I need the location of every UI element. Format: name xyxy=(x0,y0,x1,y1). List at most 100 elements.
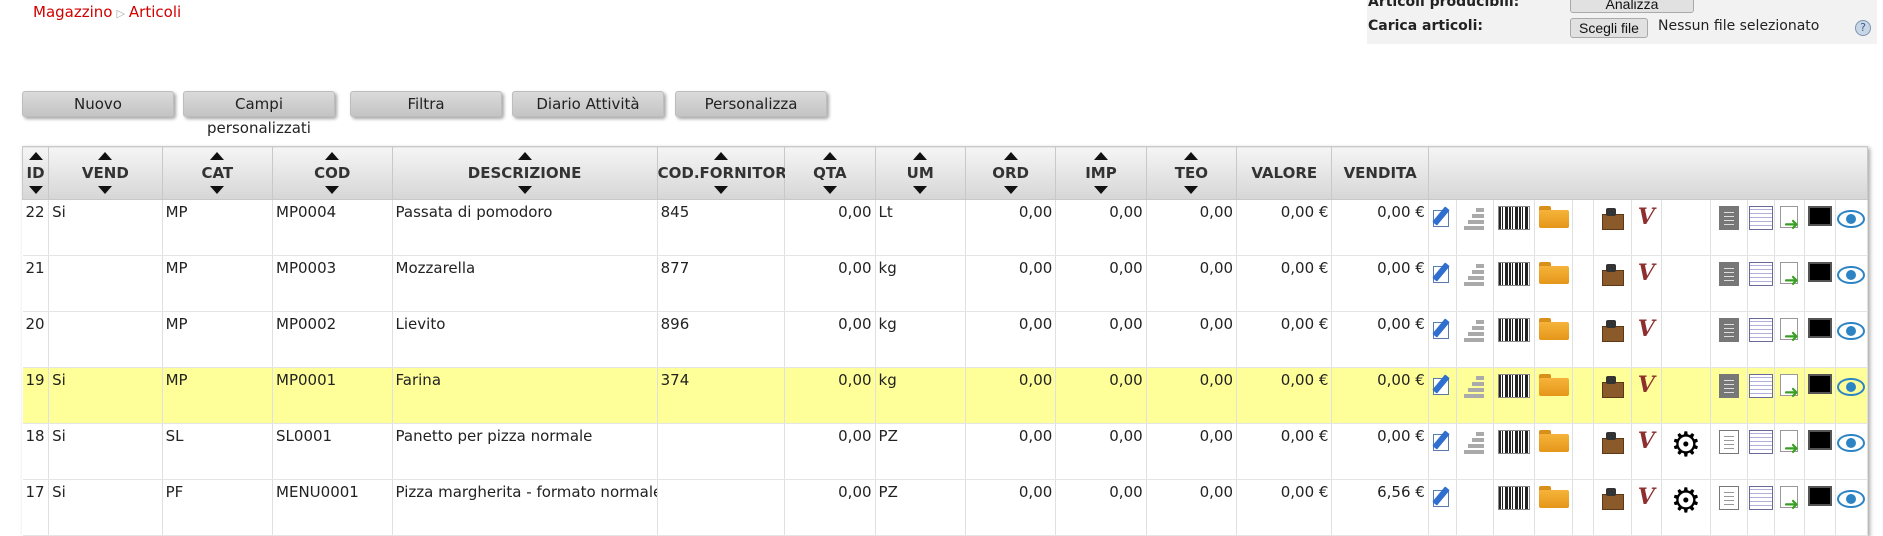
export-icon[interactable] xyxy=(1778,206,1802,235)
sort-up-icon[interactable] xyxy=(1093,152,1108,160)
sort-up-icon[interactable] xyxy=(822,152,837,160)
stock-bars-icon[interactable] xyxy=(1464,318,1486,342)
edit-icon[interactable] xyxy=(1431,486,1453,508)
sort-up-icon[interactable] xyxy=(1003,152,1018,160)
document-icon[interactable] xyxy=(1719,430,1740,454)
sort-up-icon[interactable] xyxy=(713,152,728,160)
table-icon[interactable] xyxy=(1749,430,1774,454)
analyze-button[interactable]: Analizza xyxy=(1570,0,1694,13)
col-header-descrizione[interactable]: DESCRIZIONE xyxy=(391,146,658,200)
sort-down-icon[interactable] xyxy=(210,186,225,194)
sort-up-icon[interactable] xyxy=(517,152,532,160)
sort-down-icon[interactable] xyxy=(28,186,43,194)
document-icon[interactable] xyxy=(1719,486,1740,510)
sort-down-icon[interactable] xyxy=(822,186,837,194)
variant-v-icon[interactable]: V xyxy=(1638,262,1655,284)
barcode-icon[interactable] xyxy=(1498,374,1531,398)
terminal-icon[interactable] xyxy=(1807,486,1832,506)
eye-icon[interactable] xyxy=(1837,378,1866,396)
barcode-icon[interactable] xyxy=(1498,262,1531,286)
export-icon[interactable] xyxy=(1778,318,1802,347)
document-icon[interactable] xyxy=(1719,206,1740,230)
eye-icon[interactable] xyxy=(1837,434,1866,452)
variant-v-icon[interactable]: V xyxy=(1638,374,1655,396)
variant-v-icon[interactable]: V xyxy=(1638,206,1655,228)
document-icon[interactable] xyxy=(1719,374,1740,398)
edit-icon[interactable] xyxy=(1431,430,1453,452)
col-header-vend[interactable]: VEND xyxy=(48,146,163,200)
folder-icon[interactable] xyxy=(1538,262,1569,284)
breadcrumb-magazzino[interactable]: Magazzino xyxy=(33,3,112,21)
eye-icon[interactable] xyxy=(1837,210,1866,228)
choose-file-button[interactable]: Scegli file xyxy=(1570,18,1648,38)
barcode-icon[interactable] xyxy=(1498,486,1531,510)
table-row[interactable]: 17 Si PF MENU0001 Pizza margherita - formato… xyxy=(22,479,1869,536)
stock-bars-icon[interactable] xyxy=(1464,374,1486,398)
document-icon[interactable] xyxy=(1719,262,1740,286)
export-icon[interactable] xyxy=(1778,262,1802,291)
sort-up-icon[interactable] xyxy=(913,152,928,160)
export-icon[interactable] xyxy=(1778,430,1802,459)
sort-down-icon[interactable] xyxy=(913,186,928,194)
custom-fields-button[interactable]: Campi personalizzati xyxy=(183,91,335,137)
terminal-icon[interactable] xyxy=(1807,430,1832,450)
document-icon[interactable] xyxy=(1719,318,1740,342)
terminal-icon[interactable] xyxy=(1807,318,1832,338)
col-header-cat[interactable]: CAT xyxy=(161,146,274,200)
table-row[interactable]: 22 Si MP MP0004 Passata di pomodoro 845 0,00 Lt… xyxy=(22,199,1869,256)
sort-up-icon[interactable] xyxy=(98,152,113,160)
table-row[interactable]: 18 Si SL SL0001 Panetto per pizza normale 0,0… xyxy=(22,423,1869,480)
barcode-icon[interactable] xyxy=(1498,206,1531,230)
sort-down-icon[interactable] xyxy=(1184,186,1199,194)
terminal-icon[interactable] xyxy=(1807,262,1832,282)
sort-down-icon[interactable] xyxy=(517,186,532,194)
stock-bars-icon[interactable] xyxy=(1464,262,1486,286)
help-icon[interactable]: ? xyxy=(1855,20,1871,36)
stock-bars-icon[interactable] xyxy=(1464,206,1486,230)
eye-icon[interactable] xyxy=(1837,322,1866,340)
table-icon[interactable] xyxy=(1749,262,1774,286)
customize-button[interactable]: Personalizza xyxy=(675,91,827,117)
table-icon[interactable] xyxy=(1749,486,1774,510)
eye-icon[interactable] xyxy=(1837,266,1866,284)
warehouse-box-icon[interactable] xyxy=(1600,486,1625,510)
variant-v-icon[interactable]: V xyxy=(1638,486,1655,508)
barcode-icon[interactable] xyxy=(1498,318,1531,342)
col-header-teo[interactable]: TEO xyxy=(1145,146,1238,200)
activity-log-button[interactable]: Diario Attività xyxy=(512,91,664,117)
sort-up-icon[interactable] xyxy=(210,152,225,160)
folder-icon[interactable] xyxy=(1538,318,1569,340)
sort-down-icon[interactable] xyxy=(325,186,340,194)
table-row[interactable]: 19 Si MP MP0001 Farina 374 0,00 kg 0,00 0,00 0,00 0… xyxy=(22,367,1869,424)
gears-icon[interactable]: ⚙ xyxy=(1671,428,1701,462)
sort-down-icon[interactable] xyxy=(713,186,728,194)
terminal-icon[interactable] xyxy=(1807,206,1832,226)
warehouse-box-icon[interactable] xyxy=(1600,374,1625,398)
breadcrumb-articoli[interactable]: Articoli xyxy=(129,3,181,21)
variant-v-icon[interactable]: V xyxy=(1638,318,1655,340)
filter-button[interactable]: Filtra xyxy=(350,91,502,117)
sort-up-icon[interactable] xyxy=(28,152,43,160)
folder-icon[interactable] xyxy=(1538,374,1569,396)
warehouse-box-icon[interactable] xyxy=(1600,318,1625,342)
warehouse-box-icon[interactable] xyxy=(1600,262,1625,286)
sort-down-icon[interactable] xyxy=(1003,186,1018,194)
gears-icon[interactable]: ⚙ xyxy=(1671,484,1701,518)
edit-icon[interactable] xyxy=(1431,318,1453,340)
folder-icon[interactable] xyxy=(1538,206,1569,228)
warehouse-box-icon[interactable] xyxy=(1600,430,1625,454)
edit-icon[interactable] xyxy=(1431,262,1453,284)
terminal-icon[interactable] xyxy=(1807,374,1832,394)
col-header-ord[interactable]: ORD xyxy=(964,146,1057,200)
barcode-icon[interactable] xyxy=(1498,430,1531,454)
warehouse-box-icon[interactable] xyxy=(1600,206,1625,230)
sort-up-icon[interactable] xyxy=(325,152,340,160)
col-header-um[interactable]: UM xyxy=(874,146,966,200)
variant-v-icon[interactable]: V xyxy=(1638,430,1655,452)
new-button[interactable]: Nuovo xyxy=(22,91,174,117)
table-row[interactable]: 21 MP MP0003 Mozzarella 877 0,00 kg 0,00 0,00 0,0… xyxy=(22,255,1869,312)
sort-up-icon[interactable] xyxy=(1184,152,1199,160)
table-icon[interactable] xyxy=(1749,318,1774,342)
sort-down-icon[interactable] xyxy=(98,186,113,194)
table-icon[interactable] xyxy=(1749,206,1774,230)
